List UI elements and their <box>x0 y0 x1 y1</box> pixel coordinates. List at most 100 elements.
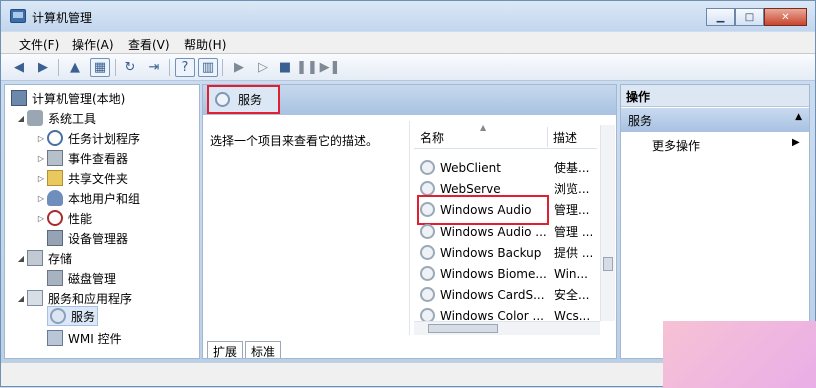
services-gear-icon <box>215 92 230 107</box>
service-name: Windows Biome... <box>440 266 547 281</box>
submenu-arrow-icon: ▶ <box>792 137 800 148</box>
menu-bar: 文件(F) 操作(A) 查看(V) 帮助(H) <box>1 32 815 54</box>
tree-label: 存储 <box>48 251 73 266</box>
service-gear-icon <box>420 266 435 281</box>
help-icon[interactable]: ? <box>175 58 195 77</box>
back-arrow-icon[interactable]: ◀ <box>9 58 29 77</box>
show-hide-action-pane-icon[interactable]: ▥ <box>198 58 218 77</box>
vertical-scrollbar[interactable] <box>600 125 615 321</box>
tree-item-services-apps[interactable]: ◢ 服务和应用程序 <box>15 288 132 308</box>
performance-icon <box>47 210 63 226</box>
services-header-title: 服务 <box>238 93 263 107</box>
service-description: 使基... <box>554 161 590 175</box>
device-manager-icon <box>47 230 63 246</box>
tree-label: 磁盘管理 <box>68 271 117 286</box>
service-name: Windows Backup <box>440 245 542 260</box>
start-service-alt-icon[interactable]: ▷ <box>253 58 273 77</box>
service-name: WebClient <box>440 160 501 175</box>
console-tree: 计算机管理(本地) ◢ 系统工具 ▷ 任务计划程序 ▷ 事件查看器 ▷ 共享文件… <box>4 84 200 359</box>
tree-label: 系统工具 <box>48 111 97 126</box>
horizontal-scrollbar[interactable] <box>414 321 600 335</box>
tree-label: 事件查看器 <box>68 151 129 166</box>
minimize-button[interactable]: ▁ <box>706 8 735 26</box>
service-gear-icon <box>420 245 435 260</box>
collapse-icon[interactable]: ◢ <box>15 114 27 123</box>
expand-icon[interactable]: ▷ <box>35 174 47 183</box>
tree-item-task-scheduler[interactable]: ▷ 任务计划程序 <box>35 128 140 148</box>
tree-label: WMI 控件 <box>68 331 122 346</box>
decorative-corner <box>663 321 816 388</box>
stop-service-icon[interactable]: ■ <box>275 58 295 77</box>
services-header: 服务 <box>203 85 616 115</box>
forward-arrow-icon[interactable]: ▶ <box>33 58 53 77</box>
tab-standard[interactable]: 标准 <box>245 341 282 359</box>
menu-file[interactable]: 文件(F) <box>19 36 59 53</box>
tree-item-device-manager[interactable]: 设备管理器 <box>47 228 128 248</box>
service-row[interactable]: Windows CardS... 安全... <box>420 284 590 305</box>
service-row[interactable]: Windows Backup 提供 ... <box>420 242 594 263</box>
tree-label: 设备管理器 <box>68 231 129 246</box>
menu-help[interactable]: 帮助(H) <box>184 36 226 53</box>
tree-item-storage[interactable]: ◢ 存储 <box>15 248 72 268</box>
tree-label: 本地用户和组 <box>68 191 141 206</box>
service-name: Windows Audio ... <box>440 224 547 239</box>
tree-item-root[interactable]: 计算机管理(本地) <box>11 88 125 108</box>
expand-icon[interactable]: ▷ <box>35 194 47 203</box>
service-row-windows-audio[interactable]: Windows Audio 管理... <box>417 195 590 225</box>
service-row[interactable]: Windows Biome... Win... <box>420 263 590 284</box>
pause-service-icon[interactable]: ❚❚ <box>296 58 318 77</box>
service-description: 浏览... <box>554 182 590 196</box>
service-row[interactable]: Windows Audio ... 管理 ... <box>420 221 593 242</box>
service-description: 安全... <box>554 288 590 302</box>
maximize-button[interactable]: □ <box>735 8 764 26</box>
collapse-icon[interactable]: ◢ <box>15 254 27 263</box>
toolbar: ◀ ▶ ▲ ▦ ↻ ⇥ ? ▥ ▶ ▷ ■ ❚❚ ▶❚ <box>1 54 815 81</box>
collapse-icon[interactable]: ◢ <box>15 294 27 303</box>
column-header-row: ▲ 名称 描述 <box>414 123 597 149</box>
actions-section-services[interactable]: 服务 ▲ <box>621 108 809 132</box>
tree-item-disk-management[interactable]: 磁盘管理 <box>47 268 116 288</box>
disk-icon <box>47 270 63 286</box>
show-hide-tree-icon[interactable]: ▦ <box>90 58 110 77</box>
menu-action[interactable]: 操作(A) <box>72 36 114 53</box>
tree-item-local-users[interactable]: ▷ 本地用户和组 <box>35 188 140 208</box>
computer-management-window: 计算机管理 ▁ □ ✕ 文件(F) 操作(A) 查看(V) 帮助(H) ◀ ▶ … <box>0 0 816 388</box>
expand-icon[interactable]: ▷ <box>35 154 47 163</box>
restart-service-icon[interactable]: ▶❚ <box>320 58 341 77</box>
shared-folder-icon <box>47 170 63 186</box>
refresh-icon[interactable]: ↻ <box>120 58 140 77</box>
service-name: WebServe <box>440 181 501 196</box>
tree-item-performance[interactable]: ▷ 性能 <box>35 208 92 228</box>
actions-title: 操作 <box>621 85 809 107</box>
service-gear-icon <box>420 224 435 239</box>
wmi-icon <box>47 330 63 346</box>
computer-icon <box>11 90 27 106</box>
expand-icon[interactable]: ▷ <box>35 134 47 143</box>
tree-item-shared-folders[interactable]: ▷ 共享文件夹 <box>35 168 128 188</box>
tree-item-services[interactable]: 服务 <box>47 306 99 326</box>
tree-label: 服务 <box>71 309 96 324</box>
tree-item-wmi[interactable]: WMI 控件 <box>47 328 122 348</box>
tab-extended[interactable]: 扩展 <box>207 341 244 359</box>
tree-item-event-viewer[interactable]: ▷ 事件查看器 <box>35 148 128 168</box>
start-service-icon[interactable]: ▶ <box>229 58 249 77</box>
vertical-scroll-thumb[interactable] <box>603 257 613 271</box>
up-folder-icon[interactable]: ▲ <box>65 58 85 77</box>
computer-management-icon <box>10 9 26 23</box>
event-viewer-icon <box>47 150 63 166</box>
column-header-description[interactable]: 描述 <box>553 129 577 146</box>
horizontal-scroll-thumb[interactable] <box>428 324 498 333</box>
tree-label: 任务计划程序 <box>68 131 141 146</box>
service-description: 提供 ... <box>554 246 594 260</box>
title-bar: 计算机管理 ▁ □ ✕ <box>1 1 815 31</box>
collapse-section-icon[interactable]: ▲ <box>795 112 802 122</box>
close-button[interactable]: ✕ <box>764 8 807 26</box>
menu-view[interactable]: 查看(V) <box>128 36 170 53</box>
expand-icon[interactable]: ▷ <box>35 214 47 223</box>
column-header-name[interactable]: 名称 <box>420 129 444 146</box>
export-list-icon[interactable]: ⇥ <box>144 58 164 77</box>
service-row[interactable]: WebClient 使基... <box>420 157 590 178</box>
more-actions-link[interactable]: 更多操作 ▶ <box>652 137 800 154</box>
tree-item-system-tools[interactable]: ◢ 系统工具 <box>15 108 96 128</box>
services-pane: 服务 选择一个项目来查看它的描述。 ▲ 名称 描述 WebClient 使基..… <box>202 84 617 359</box>
